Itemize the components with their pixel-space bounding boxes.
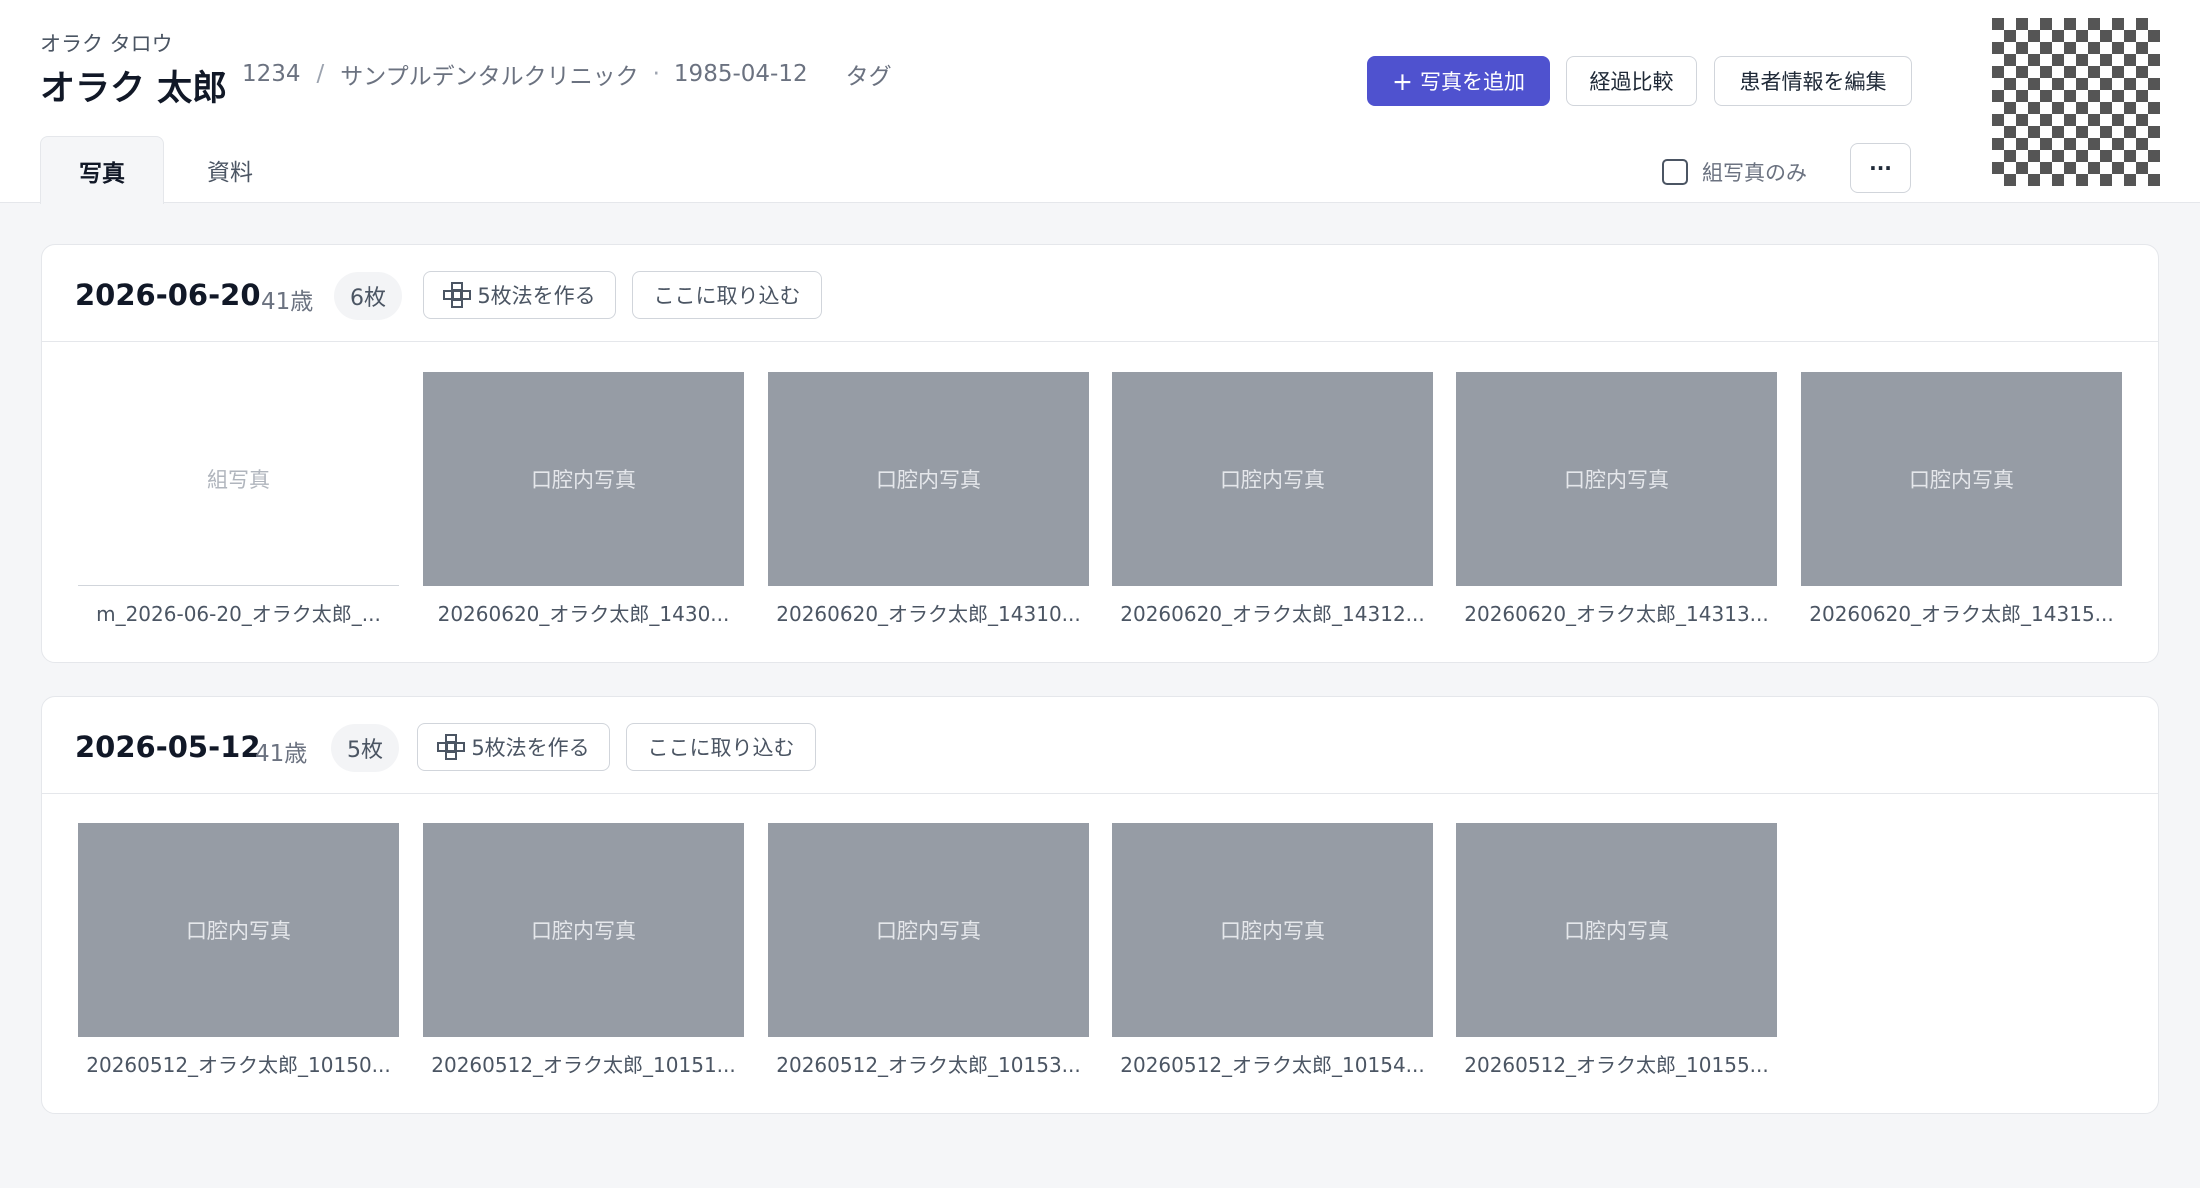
add-photo-label: 写真を追加	[1419, 70, 1525, 94]
make-five-label: 5枚法を作る	[477, 284, 596, 308]
combo-only-label: 組写真のみ	[1702, 161, 1807, 185]
session-date: 2026-06-20	[75, 278, 261, 312]
photo-tile[interactable]: 組写真 m_2026-06-20_オラク太郎_...	[78, 372, 399, 627]
tab-documents[interactable]: 資料	[164, 136, 296, 204]
photo-thumbnail[interactable]: 口腔内写真	[1112, 823, 1433, 1037]
five-grid-icon	[437, 734, 466, 760]
import-here-button[interactable]: ここに取り込む	[626, 723, 816, 771]
edit-patient-button[interactable]: 患者情報を編集	[1714, 56, 1912, 106]
patient-meta: 1234 / サンプルデンタルクリニック · 1985-04-12 タグ	[242, 57, 892, 91]
session-age: 41歳	[255, 741, 308, 767]
photo-filename: 20260620_オラク太郎_14315...	[1809, 602, 2114, 626]
session-header: 2026-05-12 41歳 5枚 5枚法を作る ここに取り込む	[42, 697, 2158, 794]
photo-thumbnail[interactable]: 口腔内写真	[1456, 372, 1777, 586]
photo-tile[interactable]: 口腔内写真 20260620_オラク太郎_14315...	[1801, 372, 2122, 627]
session-age: 41歳	[261, 289, 314, 315]
photo-tile[interactable]: 口腔内写真 20260620_オラク太郎_14312...	[1112, 372, 1433, 627]
photo-tile[interactable]: 口腔内写真 20260512_オラク太郎_10150...	[78, 823, 399, 1078]
photo-thumbnail[interactable]: 口腔内写真	[768, 372, 1089, 586]
five-grid-icon	[443, 282, 472, 308]
photo-tile[interactable]: 口腔内写真 20260620_オラク太郎_14313...	[1456, 372, 1777, 627]
combo-only-filter[interactable]: 組写真のみ	[1662, 157, 1807, 187]
import-here-button[interactable]: ここに取り込む	[632, 271, 822, 319]
photo-tile[interactable]: 口腔内写真 20260512_オラク太郎_10155...	[1456, 823, 1777, 1078]
photo-filename: 20260620_オラク太郎_1430...	[437, 602, 730, 626]
photo-thumbnail[interactable]: 口腔内写真	[1801, 372, 2122, 586]
patient-birthdate: 1985-04-12	[673, 61, 808, 87]
checkbox-icon[interactable]	[1662, 159, 1688, 185]
photo-filename: m_2026-06-20_オラク太郎_...	[96, 602, 381, 626]
qr-code-icon	[1992, 18, 2160, 186]
make-five-photo-button[interactable]: 5枚法を作る	[423, 271, 616, 319]
photo-thumbnail[interactable]: 口腔内写真	[423, 372, 744, 586]
photo-thumbnail[interactable]: 口腔内写真	[768, 823, 1089, 1037]
photo-filename: 20260620_オラク太郎_14312...	[1120, 602, 1425, 626]
photo-tile[interactable]: 口腔内写真 20260620_オラク太郎_1430...	[423, 372, 744, 627]
meta-separator: /	[316, 61, 325, 87]
photo-tile[interactable]: 口腔内写真 20260512_オラク太郎_10151...	[423, 823, 744, 1078]
photo-filename: 20260512_オラク太郎_10154...	[1120, 1053, 1425, 1077]
patient-name: オラク 太郎	[40, 69, 228, 109]
session-header: 2026-06-20 41歳 6枚 5枚法を作る ここに取り込む	[42, 245, 2158, 342]
plus-icon: +	[1392, 66, 1413, 96]
photo-filename: 20260512_オラク太郎_10150...	[86, 1053, 391, 1077]
combo-photo-thumbnail[interactable]: 組写真	[78, 372, 399, 586]
photo-tile[interactable]: 口腔内写真 20260512_オラク太郎_10154...	[1112, 823, 1433, 1078]
photo-tile[interactable]: 口腔内写真 20260620_オラク太郎_14310...	[768, 372, 1089, 627]
make-five-photo-button[interactable]: 5枚法を作る	[417, 723, 610, 771]
photo-filename: 20260512_オラク太郎_10151...	[431, 1053, 736, 1077]
photo-thumbnail[interactable]: 口腔内写真	[1112, 372, 1433, 586]
clinic-name: サンプルデンタルクリニック	[340, 64, 639, 90]
add-photo-button[interactable]: + 写真を追加	[1367, 56, 1550, 106]
photo-thumbnail[interactable]: 口腔内写真	[423, 823, 744, 1037]
photo-filename: 20260620_オラク太郎_14313...	[1464, 602, 1769, 626]
photo-filename: 20260512_オラク太郎_10155...	[1464, 1053, 1769, 1077]
photo-tile[interactable]: 口腔内写真 20260512_オラク太郎_10153...	[768, 823, 1089, 1078]
meta-dot: ·	[652, 61, 660, 87]
patient-id: 1234	[242, 61, 301, 87]
compare-button[interactable]: 経過比較	[1566, 56, 1697, 106]
photo-filename: 20260620_オラク太郎_14310...	[776, 602, 1081, 626]
session-count-badge: 6枚	[334, 272, 402, 320]
session-card: 2026-05-12 41歳 5枚 5枚法を作る ここに取り込む 口腔内写真 2…	[41, 696, 2159, 1114]
tab-photos[interactable]: 写真	[40, 136, 164, 204]
tag-link[interactable]: タグ	[846, 57, 892, 91]
photo-thumbnail[interactable]: 口腔内写真	[78, 823, 399, 1037]
more-options-button[interactable]: ···	[1850, 143, 1911, 193]
patient-header: オラク タロウ オラク 太郎 1234 / サンプルデンタルクリニック · 19…	[0, 0, 2200, 204]
session-card: 2026-06-20 41歳 6枚 5枚法を作る ここに取り込む 組写真 m_2…	[41, 244, 2159, 663]
session-count-badge: 5枚	[331, 724, 399, 772]
patient-kana: オラク タロウ	[40, 32, 173, 56]
session-date: 2026-05-12	[75, 730, 261, 764]
photo-filename: 20260512_オラク太郎_10153...	[776, 1053, 1081, 1077]
photo-thumbnail[interactable]: 口腔内写真	[1456, 823, 1777, 1037]
make-five-label: 5枚法を作る	[471, 736, 590, 760]
